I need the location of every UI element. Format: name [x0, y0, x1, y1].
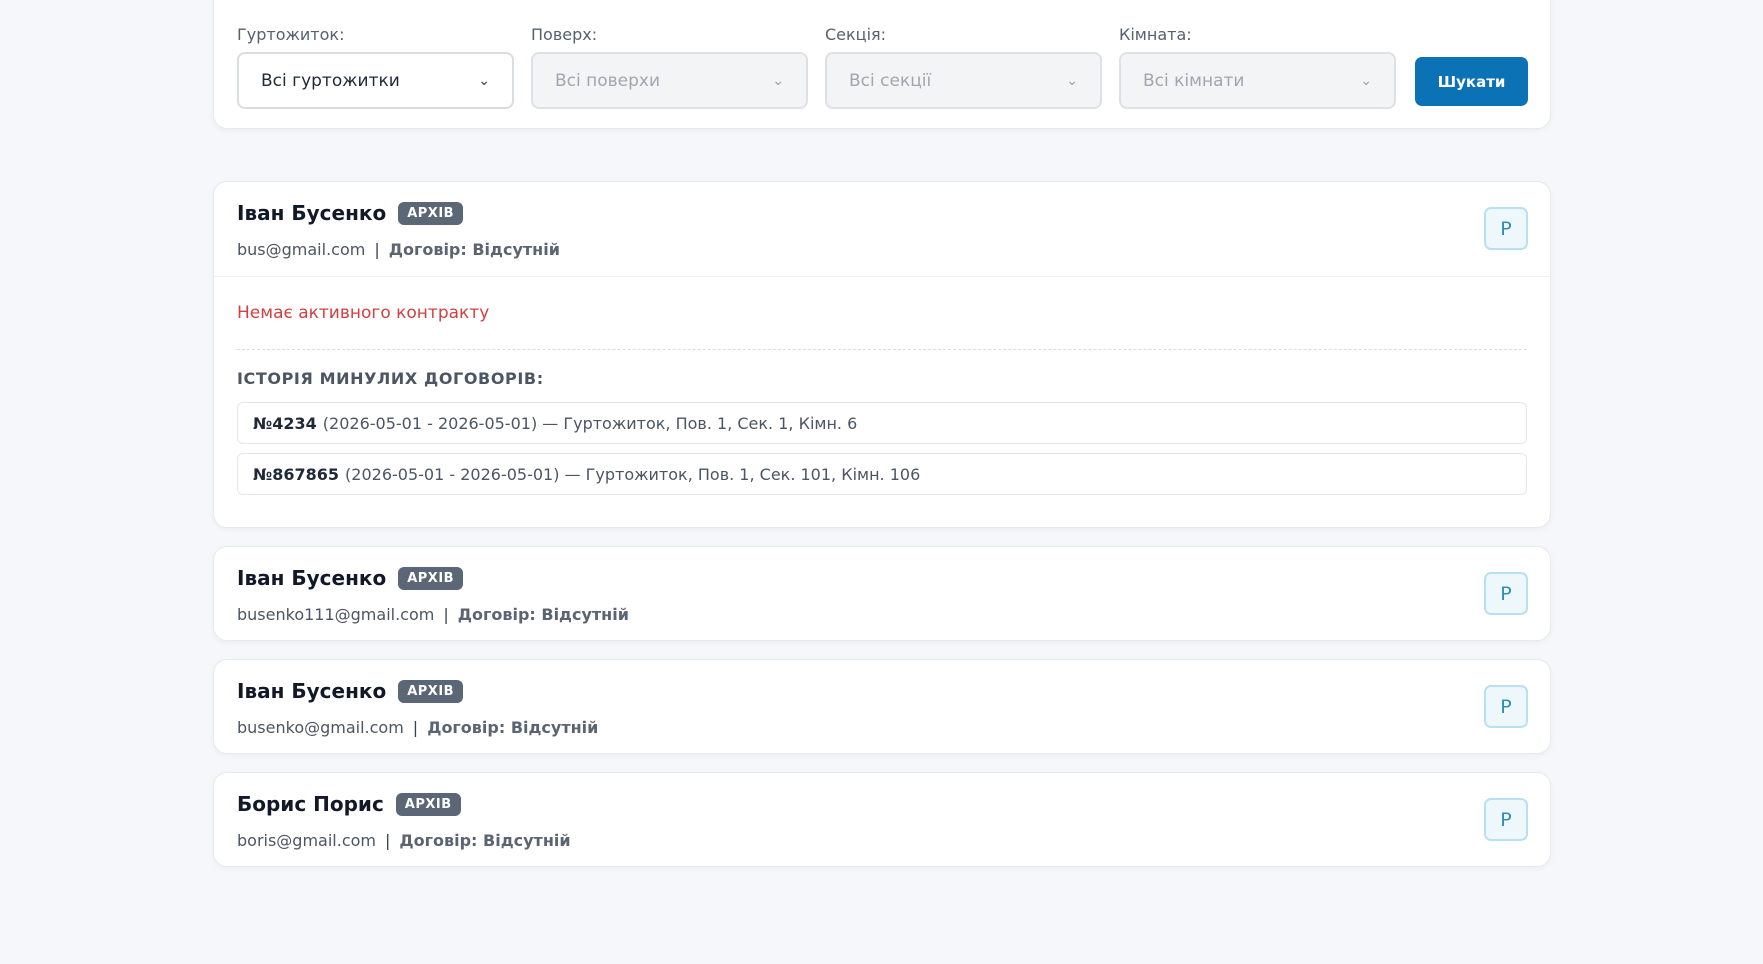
student-email: bus@gmail.com: [237, 240, 366, 259]
history-contract-details: (2026-05-01 - 2026-05-01) — Гуртожиток, …: [322, 413, 858, 433]
history-contract-details: (2026-05-01 - 2026-05-01) — Гуртожиток, …: [345, 464, 921, 484]
contract-status: Відсутній: [483, 831, 571, 850]
archive-badge: АРХІВ: [398, 679, 464, 703]
student-card-body: Немає активного контракту ІСТОРІЯ МИНУЛИ…: [214, 276, 1550, 528]
student-email: busenko111@gmail.com: [237, 605, 435, 624]
student-card-header[interactable]: Борис Порис АРХІВ boris@gmail.com | Догові…: [214, 773, 1550, 867]
room-select[interactable]: Всі кімнати ⌄: [1119, 52, 1396, 109]
student-meta: busenko111@gmail.com | Договір: Відсутній: [237, 605, 629, 624]
student-card: Іван Бусенко АРХІВ busenko@gmail.com | Дог…: [213, 659, 1551, 754]
floor-select-value: Всі поверхи: [555, 70, 661, 91]
student-card-header[interactable]: Іван Бусенко АРХІВ busenko111@gmail.com |…: [214, 547, 1550, 641]
chevron-down-icon: ⌄: [478, 72, 490, 89]
history-title: ІСТОРІЯ МИНУЛИХ ДОГОВОРІВ:: [237, 369, 544, 388]
profile-button[interactable]: P: [1484, 572, 1528, 615]
archive-badge: АРХІВ: [398, 566, 464, 590]
history-contract-number: №4234: [253, 413, 317, 433]
student-meta: boris@gmail.com | Договір: Відсутній: [237, 831, 571, 850]
search-button[interactable]: Шукати: [1415, 57, 1528, 106]
student-card: Іван Бусенко АРХІВ bus@gmail.com | Договір…: [213, 181, 1551, 528]
floor-filter-label: Поверх:: [531, 25, 598, 44]
student-name: Іван Бусенко: [237, 679, 387, 703]
contract-status: Відсутній: [541, 605, 629, 624]
student-email: busenko@gmail.com: [237, 718, 404, 737]
student-meta: bus@gmail.com | Договір: Відсутній: [237, 240, 560, 259]
divider: [237, 349, 1527, 350]
contract-prefix: Договір:: [427, 718, 506, 737]
section-filter-label: Секція:: [825, 25, 887, 44]
floor-filter: Поверх: Всі поверхи ⌄: [531, 24, 808, 109]
dorm-filter-label: Гуртожиток:: [237, 25, 345, 44]
archive-badge: АРХІВ: [395, 792, 461, 816]
section-select[interactable]: Всі секції ⌄: [825, 52, 1102, 109]
contract-status: Відсутній: [510, 718, 599, 737]
dorm-select-value: Всі гуртожитки: [261, 70, 400, 91]
student-email: boris@gmail.com: [237, 831, 376, 850]
archive-badge: АРХІВ: [398, 201, 464, 225]
history-contract-number: №867865: [253, 464, 340, 484]
profile-button[interactable]: P: [1484, 798, 1528, 841]
student-name: Іван Бусенко: [237, 566, 387, 590]
no-active-contract-text: Немає активного контракту: [237, 303, 490, 323]
dorm-filter: Гуртожиток: Всі гуртожитки ⌄: [237, 24, 514, 109]
student-card: Іван Бусенко АРХІВ busenko111@gmail.com |…: [213, 546, 1551, 641]
history-item: №867865 (2026-05-01 - 2026-05-01) — Гурт…: [237, 453, 1527, 495]
profile-button[interactable]: P: [1484, 207, 1528, 250]
chevron-down-icon: ⌄: [1066, 72, 1078, 89]
student-card: Борис Порис АРХІВ boris@gmail.com | Догові…: [213, 772, 1551, 867]
student-meta: busenko@gmail.com | Договір: Відсутній: [237, 718, 599, 737]
student-card-header[interactable]: Іван Бусенко АРХІВ busenko@gmail.com | Дог…: [214, 660, 1550, 754]
chevron-down-icon: ⌄: [1360, 72, 1372, 89]
section-filter: Секція: Всі секції ⌄: [825, 24, 1102, 109]
room-filter-label: Кімната:: [1119, 25, 1192, 44]
room-select-value: Всі кімнати: [1143, 70, 1245, 91]
contract-prefix: Договір:: [399, 831, 478, 850]
room-filter: Кімната: Всі кімнати ⌄: [1119, 24, 1396, 109]
section-select-value: Всі секції: [849, 70, 932, 91]
filter-panel: Гуртожиток: Всі гуртожитки ⌄ Поверх: Всі…: [213, 0, 1551, 129]
student-name: Борис Порис: [237, 792, 384, 816]
contract-status: Відсутній: [472, 240, 560, 259]
history-item: №4234 (2026-05-01 - 2026-05-01) — Гуртож…: [237, 402, 1527, 444]
chevron-down-icon: ⌄: [772, 72, 784, 89]
contract-prefix: Договір:: [388, 240, 467, 259]
student-card-header[interactable]: Іван Бусенко АРХІВ bus@gmail.com | Договір…: [214, 182, 1550, 276]
floor-select[interactable]: Всі поверхи ⌄: [531, 52, 808, 109]
student-name: Іван Бусенко: [237, 201, 387, 225]
contract-prefix: Договір:: [457, 605, 536, 624]
profile-button[interactable]: P: [1484, 685, 1528, 728]
dorm-select[interactable]: Всі гуртожитки ⌄: [237, 52, 514, 109]
